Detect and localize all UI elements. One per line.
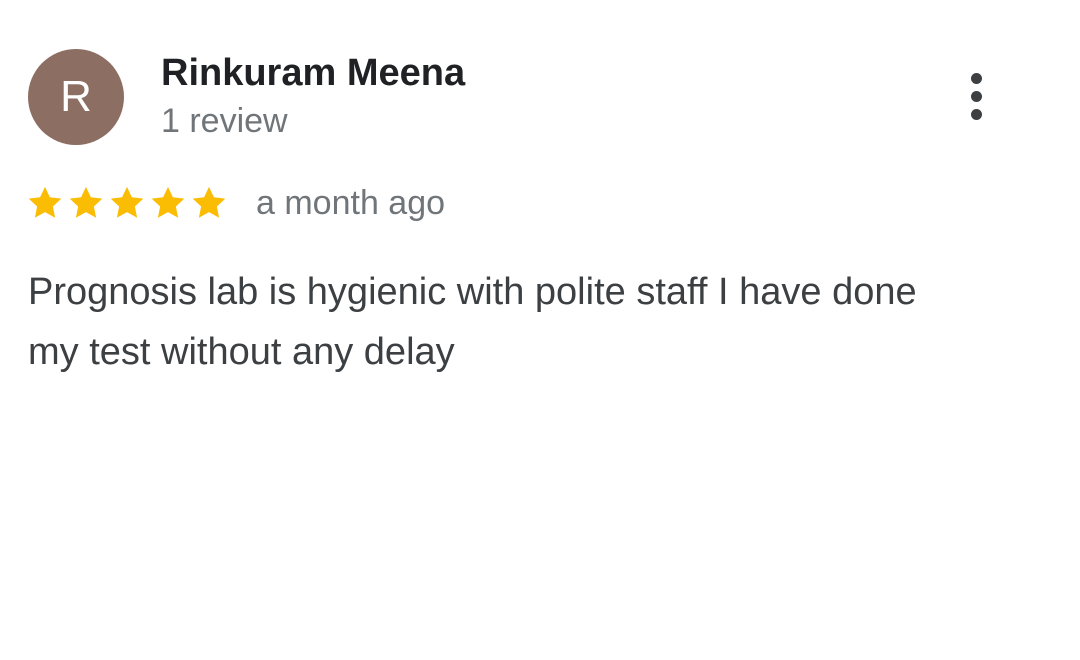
review-count: 1 review — [161, 102, 288, 140]
review-date: a month ago — [256, 184, 446, 222]
star-icon — [28, 186, 62, 218]
review-text: Prognosis lab is hygienic with polite st… — [28, 271, 917, 373]
menu-dot — [970, 108, 982, 120]
avatar-initial: R — [60, 72, 92, 121]
avatar[interactable]: R — [28, 49, 124, 145]
rating-row: a month ago — [26, 180, 445, 226]
star-icon — [151, 186, 185, 218]
star-icon — [110, 186, 144, 218]
more-vert-icon — [970, 72, 982, 120]
menu-dot — [970, 72, 982, 84]
star-icon — [192, 186, 226, 218]
star-rating — [26, 184, 231, 222]
menu-dot — [970, 90, 982, 102]
more-options-button[interactable] — [951, 66, 1001, 126]
star-icon — [69, 186, 103, 218]
author-name[interactable]: Rinkuram Meena — [161, 50, 465, 96]
review-card: R Rinkuram Meena 1 review a month ago Pr… — [0, 0, 1080, 660]
